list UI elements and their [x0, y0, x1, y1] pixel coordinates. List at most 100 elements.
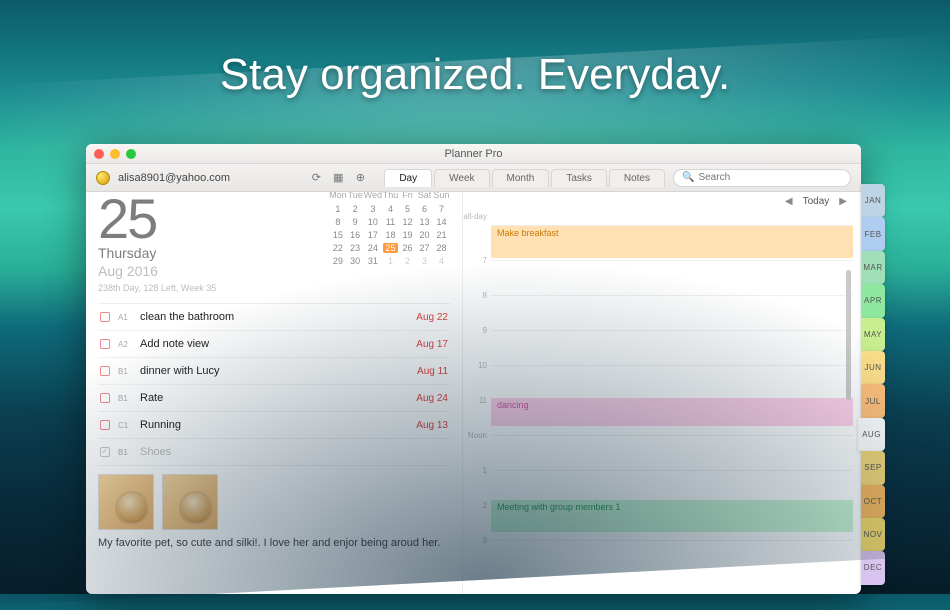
calendar-day[interactable]: 19: [399, 228, 416, 241]
calendar-day[interactable]: 4: [382, 202, 399, 215]
task-title: Running: [140, 419, 408, 431]
tab-tasks[interactable]: Tasks: [551, 169, 607, 187]
month-tab-mar[interactable]: MAR: [861, 251, 885, 284]
today-button[interactable]: Today: [803, 196, 830, 207]
calendar-day[interactable]: 16: [347, 228, 364, 241]
calendar-day[interactable]: 2: [399, 254, 416, 267]
month-tab-jan[interactable]: JAN: [861, 184, 885, 217]
sync-icon[interactable]: ⟳: [310, 172, 322, 184]
task-checkbox[interactable]: [100, 420, 110, 430]
account-label[interactable]: alisa8901@yahoo.com: [118, 172, 230, 184]
photo-thumbnail[interactable]: [98, 474, 154, 530]
calendar-day[interactable]: 1: [382, 254, 399, 267]
task-date: Aug 24: [416, 393, 448, 404]
task-row[interactable]: B1 dinner with Lucy Aug 11: [98, 358, 450, 385]
task-date: Aug 22: [416, 312, 448, 323]
titlebar: Planner Pro: [86, 144, 861, 164]
calendar-day[interactable]: 29: [329, 254, 347, 267]
left-pane: 25 Thursday Aug 2016 238th Day, 128 Left…: [86, 192, 462, 594]
prev-day-button[interactable]: ◀: [781, 196, 797, 207]
task-list: A1 clean the bathroom Aug 22 A2 Add note…: [98, 303, 450, 466]
calendar-day[interactable]: 21: [433, 228, 450, 241]
grid-icon[interactable]: ▦: [332, 172, 344, 184]
event-dancing[interactable]: dancing: [491, 398, 853, 426]
calendar-day[interactable]: 5: [399, 202, 416, 215]
calendar-day[interactable]: 3: [364, 202, 382, 215]
task-checkbox[interactable]: [100, 447, 110, 457]
month-tab-oct[interactable]: OCT: [861, 485, 885, 518]
task-row[interactable]: C1 Running Aug 13: [98, 412, 450, 439]
photo-thumbnail[interactable]: [162, 474, 218, 530]
calendar-day[interactable]: 3: [416, 254, 433, 267]
calendar-day[interactable]: 4: [433, 254, 450, 267]
task-title: Add note view: [140, 338, 408, 350]
task-row[interactable]: A2 Add note view Aug 17: [98, 331, 450, 358]
calendar-day[interactable]: 13: [416, 215, 433, 228]
calendar-day[interactable]: 22: [329, 241, 347, 254]
avatar[interactable]: [96, 171, 110, 185]
task-title: Shoes: [140, 446, 440, 458]
month-tab-dec[interactable]: DEC: [861, 551, 885, 584]
search-input[interactable]: [698, 172, 842, 183]
task-row[interactable]: B1 Shoes: [98, 439, 450, 466]
calendar-day[interactable]: 28: [433, 241, 450, 254]
task-checkbox[interactable]: [100, 393, 110, 403]
calendar-day[interactable]: 7: [433, 202, 450, 215]
month-side-tabs: JANFEBMARAPRMAYJUNJULAUGSEPOCTNOVDEC: [861, 184, 885, 585]
mini-calendar[interactable]: MonTueWedThuFriSatSun1234567891011121314…: [329, 192, 450, 293]
calendar-day[interactable]: 8: [329, 215, 347, 228]
calendar-day[interactable]: 9: [347, 215, 364, 228]
calendar-day[interactable]: 31: [364, 254, 382, 267]
calendar-day[interactable]: 26: [399, 241, 416, 254]
month-tab-nov[interactable]: NOV: [861, 518, 885, 551]
task-checkbox[interactable]: [100, 366, 110, 376]
calendar-day[interactable]: 11: [382, 215, 399, 228]
month-tab-jul[interactable]: JUL: [861, 384, 885, 417]
month-tab-jun[interactable]: JUN: [861, 351, 885, 384]
task-priority: B1: [118, 448, 132, 457]
task-row[interactable]: A1 clean the bathroom Aug 22: [98, 304, 450, 331]
task-priority: B1: [118, 367, 132, 376]
calendar-day[interactable]: 20: [416, 228, 433, 241]
hour-label: Noon: [468, 431, 487, 440]
tab-day[interactable]: Day: [384, 169, 432, 187]
hour-label: 10: [478, 361, 487, 370]
toolbar: alisa8901@yahoo.com ⟳ ▦ ⊕ Day Week Month…: [86, 164, 861, 192]
task-checkbox[interactable]: [100, 339, 110, 349]
event-meeting[interactable]: Meeting with group members 1: [491, 500, 853, 532]
add-icon[interactable]: ⊕: [354, 172, 366, 184]
month-tab-may[interactable]: MAY: [861, 318, 885, 351]
view-tabs: Day Week Month Tasks Notes: [384, 169, 665, 187]
calendar-day[interactable]: 14: [433, 215, 450, 228]
task-row[interactable]: B1 Rate Aug 24: [98, 385, 450, 412]
app-window: Planner Pro alisa8901@yahoo.com ⟳ ▦ ⊕ Da…: [86, 144, 861, 594]
tab-notes[interactable]: Notes: [609, 169, 665, 187]
month-tab-apr[interactable]: APR: [861, 284, 885, 317]
calendar-day[interactable]: 17: [364, 228, 382, 241]
task-date: Aug 17: [416, 339, 448, 350]
calendar-day[interactable]: 30: [347, 254, 364, 267]
calendar-day[interactable]: 6: [416, 202, 433, 215]
search-box[interactable]: 🔍: [673, 169, 851, 187]
calendar-day[interactable]: 1: [329, 202, 347, 215]
month-tab-feb[interactable]: FEB: [861, 217, 885, 250]
next-day-button[interactable]: ▶: [835, 196, 851, 207]
calendar-day[interactable]: 27: [416, 241, 433, 254]
calendar-day[interactable]: 18: [382, 228, 399, 241]
calendar-day[interactable]: 23: [347, 241, 364, 254]
event-breakfast[interactable]: Make breakfast: [491, 226, 853, 258]
calendar-day-today[interactable]: 25: [382, 241, 399, 254]
scrollbar[interactable]: [846, 270, 851, 400]
hour-label: 2: [483, 501, 487, 510]
calendar-day[interactable]: 10: [364, 215, 382, 228]
task-priority: A1: [118, 313, 132, 322]
calendar-day[interactable]: 24: [364, 241, 382, 254]
month-tab-aug[interactable]: AUG: [858, 418, 885, 451]
calendar-day[interactable]: 2: [347, 202, 364, 215]
tab-month[interactable]: Month: [492, 169, 550, 187]
calendar-day[interactable]: 15: [329, 228, 347, 241]
calendar-day[interactable]: 12: [399, 215, 416, 228]
month-tab-sep[interactable]: SEP: [861, 451, 885, 484]
tab-week[interactable]: Week: [434, 169, 489, 187]
task-checkbox[interactable]: [100, 312, 110, 322]
